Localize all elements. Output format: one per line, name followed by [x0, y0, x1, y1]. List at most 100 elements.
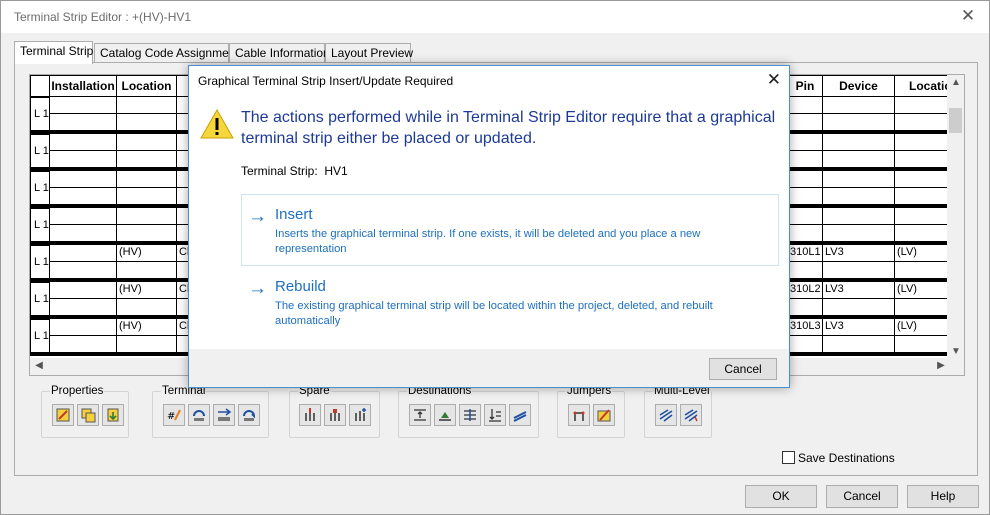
- jumper-edit-icon[interactable]: [593, 404, 615, 426]
- grid-cell-location[interactable]: (HV): [117, 282, 177, 299]
- grid-cell-pin[interactable]: [788, 336, 823, 353]
- grid-cell-device[interactable]: LV3: [823, 319, 895, 336]
- grid-cell-location[interactable]: [117, 188, 177, 205]
- grid-cell-installation[interactable]: [50, 299, 117, 316]
- grid-cell-location[interactable]: (HV): [117, 245, 177, 262]
- grid-cell-rlocation[interactable]: [895, 262, 952, 279]
- destination-move-icon[interactable]: [409, 404, 431, 426]
- grid-cell-installation[interactable]: [50, 151, 117, 168]
- grid-cell-rlocation[interactable]: [895, 97, 952, 114]
- grid-cell-installation[interactable]: [50, 225, 117, 242]
- scroll-left-icon[interactable]: ◀: [32, 359, 46, 373]
- scroll-up-icon[interactable]: ▲: [949, 76, 963, 90]
- grid-cell-installation[interactable]: [50, 114, 117, 131]
- paste-properties-icon[interactable]: [102, 404, 124, 426]
- column-header-pin[interactable]: Pin: [788, 75, 823, 97]
- save-destinations-checkbox[interactable]: [782, 451, 795, 464]
- grid-cell-device[interactable]: [823, 188, 895, 205]
- grid-cell-rlocation[interactable]: [895, 225, 952, 242]
- vertical-scroll-thumb[interactable]: [949, 108, 962, 133]
- grid-cell-installation[interactable]: [50, 171, 117, 188]
- grid-cell-installation[interactable]: [50, 188, 117, 205]
- grid-cell-location[interactable]: [117, 299, 177, 316]
- grid-cell-device[interactable]: [823, 208, 895, 225]
- grid-cell-installation[interactable]: [50, 282, 117, 299]
- grid-cell-rlocation[interactable]: (LV): [895, 319, 952, 336]
- grid-cell-location[interactable]: [117, 134, 177, 151]
- grid-cell-location[interactable]: [117, 171, 177, 188]
- grid-cell-installation[interactable]: [50, 262, 117, 279]
- destination-down-icon[interactable]: [484, 404, 506, 426]
- rebuild-option[interactable]: → Rebuild The existing graphical termina…: [241, 266, 779, 338]
- tab-layout-preview[interactable]: Layout Preview: [325, 43, 413, 63]
- column-header-location-right[interactable]: Location: [895, 75, 959, 97]
- column-header-installation[interactable]: Installation: [50, 75, 117, 97]
- grid-cell-device[interactable]: [823, 171, 895, 188]
- grid-cell-device[interactable]: [823, 299, 895, 316]
- spare-mark-icon[interactable]: [324, 404, 346, 426]
- grid-cell-rlocation[interactable]: [895, 208, 952, 225]
- help-button[interactable]: Help: [907, 485, 979, 508]
- grid-cell-pin[interactable]: 310L1: [788, 245, 823, 262]
- grid-cell-rlocation[interactable]: [895, 134, 952, 151]
- grid-cell-rlocation[interactable]: [895, 151, 952, 168]
- grid-cell-pin[interactable]: [788, 225, 823, 242]
- spare-add-icon[interactable]: [349, 404, 371, 426]
- rotate-terminal-icon[interactable]: [238, 404, 260, 426]
- grid-cell-installation[interactable]: [50, 97, 117, 114]
- row-header[interactable]: L 1: [30, 245, 50, 279]
- grid-cell-location[interactable]: [117, 97, 177, 114]
- cancel-button[interactable]: Cancel: [826, 485, 898, 508]
- row-header[interactable]: L 1: [30, 282, 50, 316]
- grid-cell-pin[interactable]: [788, 151, 823, 168]
- column-header-device[interactable]: Device: [823, 75, 895, 97]
- tab-terminal-strip[interactable]: Terminal Strip: [14, 41, 93, 64]
- grid-cell-installation[interactable]: [50, 134, 117, 151]
- grid-cell-rlocation[interactable]: [895, 114, 952, 131]
- row-header[interactable]: L 1: [30, 208, 50, 242]
- grid-cell-pin[interactable]: [788, 299, 823, 316]
- grid-cell-installation[interactable]: [50, 336, 117, 353]
- grid-cell-rlocation[interactable]: [895, 336, 952, 353]
- copy-properties-icon[interactable]: [77, 404, 99, 426]
- destination-swap-icon[interactable]: [459, 404, 481, 426]
- grid-cell-rlocation[interactable]: [895, 171, 952, 188]
- scroll-down-icon[interactable]: ▼: [949, 345, 963, 359]
- renumber-terminal-icon[interactable]: #: [163, 404, 185, 426]
- tab-catalog-code-assignment[interactable]: Catalog Code Assignment: [94, 43, 239, 63]
- grid-cell-rlocation[interactable]: (LV): [895, 245, 952, 262]
- grid-cell-location[interactable]: [117, 151, 177, 168]
- grid-cell-pin[interactable]: [788, 97, 823, 114]
- scroll-right-icon[interactable]: ▶: [934, 359, 948, 373]
- grid-cell-rlocation[interactable]: (LV): [895, 282, 952, 299]
- grid-cell-pin[interactable]: [788, 134, 823, 151]
- grid-cell-location[interactable]: [117, 262, 177, 279]
- ok-button[interactable]: OK: [745, 485, 817, 508]
- vertical-scrollbar[interactable]: ▲ ▼: [947, 75, 964, 360]
- grid-cell-device[interactable]: [823, 336, 895, 353]
- move-terminal-icon[interactable]: [188, 404, 210, 426]
- grid-cell-rlocation[interactable]: [895, 188, 952, 205]
- grid-cell-pin[interactable]: [788, 188, 823, 205]
- grid-cell-device[interactable]: [823, 225, 895, 242]
- grid-cell-installation[interactable]: [50, 245, 117, 262]
- row-header[interactable]: L 1: [30, 171, 50, 205]
- grid-cell-location[interactable]: [117, 225, 177, 242]
- grid-cell-location[interactable]: [117, 208, 177, 225]
- row-header[interactable]: L 1: [30, 134, 50, 168]
- grid-cell-pin[interactable]: 310L3: [788, 319, 823, 336]
- row-header[interactable]: L 1: [30, 319, 50, 353]
- grid-cell-device[interactable]: LV3: [823, 282, 895, 299]
- close-icon[interactable]: ✕: [957, 6, 979, 28]
- grid-cell-rlocation[interactable]: [895, 299, 952, 316]
- dialog-cancel-button[interactable]: Cancel: [709, 358, 777, 380]
- grid-cell-device[interactable]: [823, 97, 895, 114]
- grid-cell-location[interactable]: [117, 114, 177, 131]
- row-header[interactable]: L 1: [30, 97, 50, 131]
- grid-cell-device[interactable]: [823, 262, 895, 279]
- grid-cell-pin[interactable]: [788, 262, 823, 279]
- grid-cell-device[interactable]: [823, 114, 895, 131]
- jumper-add-icon[interactable]: [568, 404, 590, 426]
- reverse-terminal-icon[interactable]: [213, 404, 235, 426]
- insert-option[interactable]: → Insert Inserts the graphical terminal …: [241, 194, 779, 266]
